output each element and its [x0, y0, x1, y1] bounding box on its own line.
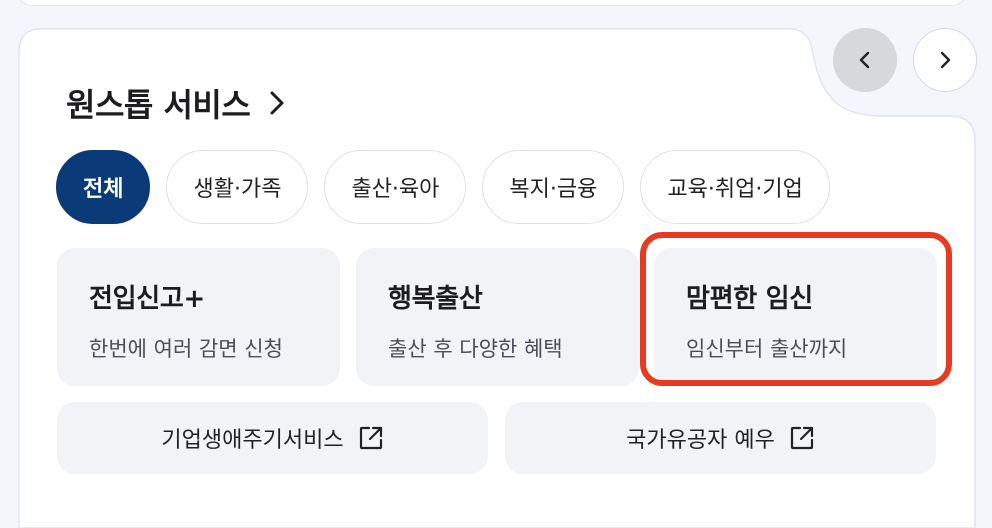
- chevron-right-icon: [270, 91, 284, 115]
- service-description: 출산 후 다양한 혜택: [388, 337, 563, 361]
- previous-card-edge: [12, 0, 972, 6]
- service-description: 임신부터 출산까지: [686, 337, 848, 361]
- external-link-label: 기업생애주기서비스: [161, 428, 344, 453]
- section-title-link[interactable]: 원스톱 서비스: [66, 80, 288, 126]
- tab-welfare-finance[interactable]: 복지·금융: [482, 150, 625, 224]
- external-link-national-merit[interactable]: 국가유공자 예우: [505, 402, 936, 474]
- service-card-move-in-report[interactable]: 전입신고+ 한번에 여러 감면 신청: [57, 248, 340, 386]
- chevron-left-icon: [859, 51, 870, 69]
- external-link-business-lifecycle[interactable]: 기업생애주기서비스: [57, 402, 488, 474]
- service-name: 행복출산: [388, 284, 483, 314]
- external-link-icon: [359, 426, 382, 450]
- chevron-right-icon: [940, 51, 951, 69]
- tab-birth-childcare[interactable]: 출산·육아: [324, 150, 467, 224]
- tab-life-family[interactable]: 생활·가족: [166, 150, 309, 224]
- service-card-comfortable-pregnancy[interactable]: 맘편한 임신 임신부터 출산까지: [654, 248, 937, 386]
- carousel-prev-button[interactable]: [833, 28, 897, 92]
- service-card-happy-birth[interactable]: 행복출산 출산 후 다양한 혜택: [356, 248, 639, 386]
- carousel-next-button[interactable]: [913, 28, 977, 92]
- service-name: 맘편한 임신: [686, 284, 813, 314]
- tab-all[interactable]: 전체: [56, 150, 151, 224]
- external-link-icon: [790, 426, 813, 450]
- tab-education-employment-business[interactable]: 교육·취업·기업: [640, 150, 830, 224]
- external-link-label: 국가유공자 예우: [626, 428, 775, 453]
- section-title: 원스톱 서비스: [66, 86, 251, 124]
- service-name: 전입신고+: [89, 284, 205, 314]
- category-tabs: 전체 생활·가족 출산·육아 복지·금융 교육·취업·기업: [56, 150, 830, 224]
- service-description: 한번에 여러 감면 신청: [89, 337, 283, 361]
